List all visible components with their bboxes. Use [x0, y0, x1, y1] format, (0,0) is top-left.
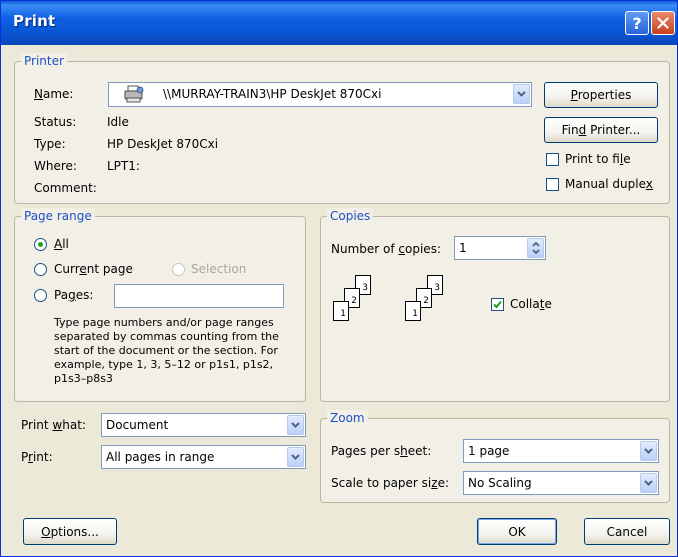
pages-per-sheet-label: Pages per sheet: — [331, 444, 432, 458]
collate-sheet: 1 — [405, 301, 421, 321]
chevron-down-icon — [517, 91, 526, 97]
page-range-all-radio[interactable] — [34, 238, 47, 251]
where-label: Where: — [34, 159, 77, 173]
printer-icon — [124, 85, 144, 103]
page-range-help-text: Type page numbers and/or page ranges sep… — [54, 316, 279, 385]
manual-duplex-checkbox[interactable] — [546, 178, 559, 191]
print-what-select[interactable]: Document — [101, 413, 306, 437]
number-of-copies-value: 1 — [459, 241, 467, 255]
printer-name-value: \\MURRAY-TRAIN3\HP DeskJet 870Cxi — [163, 87, 382, 101]
options-button-label: Options... — [41, 524, 99, 539]
printer-name-select[interactable]: \\MURRAY-TRAIN3\HP DeskJet 870Cxi — [108, 82, 532, 107]
radio-selected-dot — [38, 242, 43, 247]
chevron-down-icon — [291, 454, 300, 460]
page-range-pages-radio[interactable] — [34, 289, 47, 302]
help-icon: ? — [632, 13, 642, 33]
chevron-down-icon — [644, 448, 653, 454]
print-dialog: Print ? Printer Name: \\MURRAY-TRAIN3\HP… — [0, 0, 678, 557]
pages-input[interactable] — [114, 284, 284, 308]
pages-per-sheet-value: 1 page — [468, 444, 510, 458]
properties-button[interactable]: Properties — [544, 82, 658, 108]
print-to-file-label: Print to file — [565, 152, 631, 166]
manual-duplex-label: Manual duplex — [565, 177, 653, 191]
find-printer-button[interactable]: Find Printer... — [544, 117, 658, 143]
copies-group-label: Copies — [327, 208, 374, 224]
collate-sheet: 1 — [333, 301, 349, 321]
close-icon — [657, 17, 669, 29]
print-select[interactable]: All pages in range — [101, 445, 306, 469]
find-printer-button-label: Find Printer... — [561, 123, 641, 137]
printer-name-dropdown-button[interactable] — [513, 84, 530, 104]
collate-checkbox[interactable] — [491, 298, 504, 311]
pages-per-sheet-select[interactable]: 1 page — [463, 439, 659, 463]
ok-button-label: OK — [508, 524, 526, 539]
print-what-label: Print what: — [21, 418, 86, 432]
zoom-group-label: Zoom — [327, 410, 368, 426]
options-button[interactable]: Options... — [23, 518, 117, 545]
print-value: All pages in range — [106, 450, 215, 464]
printer-group-label: Printer — [21, 53, 67, 69]
print-label: Print: — [21, 450, 53, 464]
chevron-up-icon[interactable] — [532, 241, 540, 247]
name-label: Name: — [34, 87, 74, 101]
cancel-button-label: Cancel — [606, 524, 648, 539]
where-value: LPT1: — [107, 159, 140, 173]
comment-label: Comment: — [34, 181, 97, 195]
scale-to-paper-size-select[interactable]: No Scaling — [463, 471, 659, 495]
copies-spin-buttons[interactable] — [527, 238, 544, 258]
page-range-selection-label: Selection — [191, 262, 247, 276]
collate-label: Collate — [510, 297, 552, 311]
page-range-pages-label: Pages: — [54, 288, 94, 302]
page-range-selection-radio[interactable] — [172, 263, 185, 276]
type-label: Type: — [34, 137, 66, 151]
properties-button-label: Properties — [570, 88, 632, 102]
help-button[interactable]: ? — [625, 11, 649, 35]
scale-to-paper-size-dropdown-button[interactable] — [640, 473, 657, 493]
print-what-value: Document — [106, 418, 169, 432]
close-button[interactable] — [651, 11, 675, 35]
window-title: Print — [13, 12, 56, 30]
pages-per-sheet-dropdown-button[interactable] — [640, 441, 657, 461]
page-range-current-radio[interactable] — [34, 263, 47, 276]
page-range-current-label: Current page — [54, 262, 133, 276]
type-value: HP DeskJet 870Cxi — [107, 137, 219, 151]
chevron-down-icon — [291, 422, 300, 428]
check-icon — [493, 300, 502, 309]
page-range-group-label: Page range — [21, 208, 95, 224]
status-label: Status: — [34, 115, 77, 129]
ok-button[interactable]: OK — [477, 518, 557, 545]
print-what-dropdown-button[interactable] — [287, 415, 304, 435]
status-value: Idle — [107, 115, 129, 129]
scale-to-paper-size-label: Scale to paper size: — [331, 476, 450, 490]
print-to-file-checkbox[interactable] — [546, 153, 559, 166]
page-range-all-label: All — [54, 237, 69, 251]
print-dropdown-button[interactable] — [287, 447, 304, 467]
number-of-copies-label: Number of copies: — [331, 242, 441, 256]
chevron-down-icon — [644, 480, 653, 486]
chevron-down-icon[interactable] — [532, 249, 540, 255]
cancel-button[interactable]: Cancel — [584, 518, 670, 545]
title-bar[interactable]: Print ? — [1, 1, 677, 45]
scale-to-paper-size-value: No Scaling — [468, 476, 532, 490]
number-of-copies-spinner[interactable]: 1 — [454, 236, 546, 260]
